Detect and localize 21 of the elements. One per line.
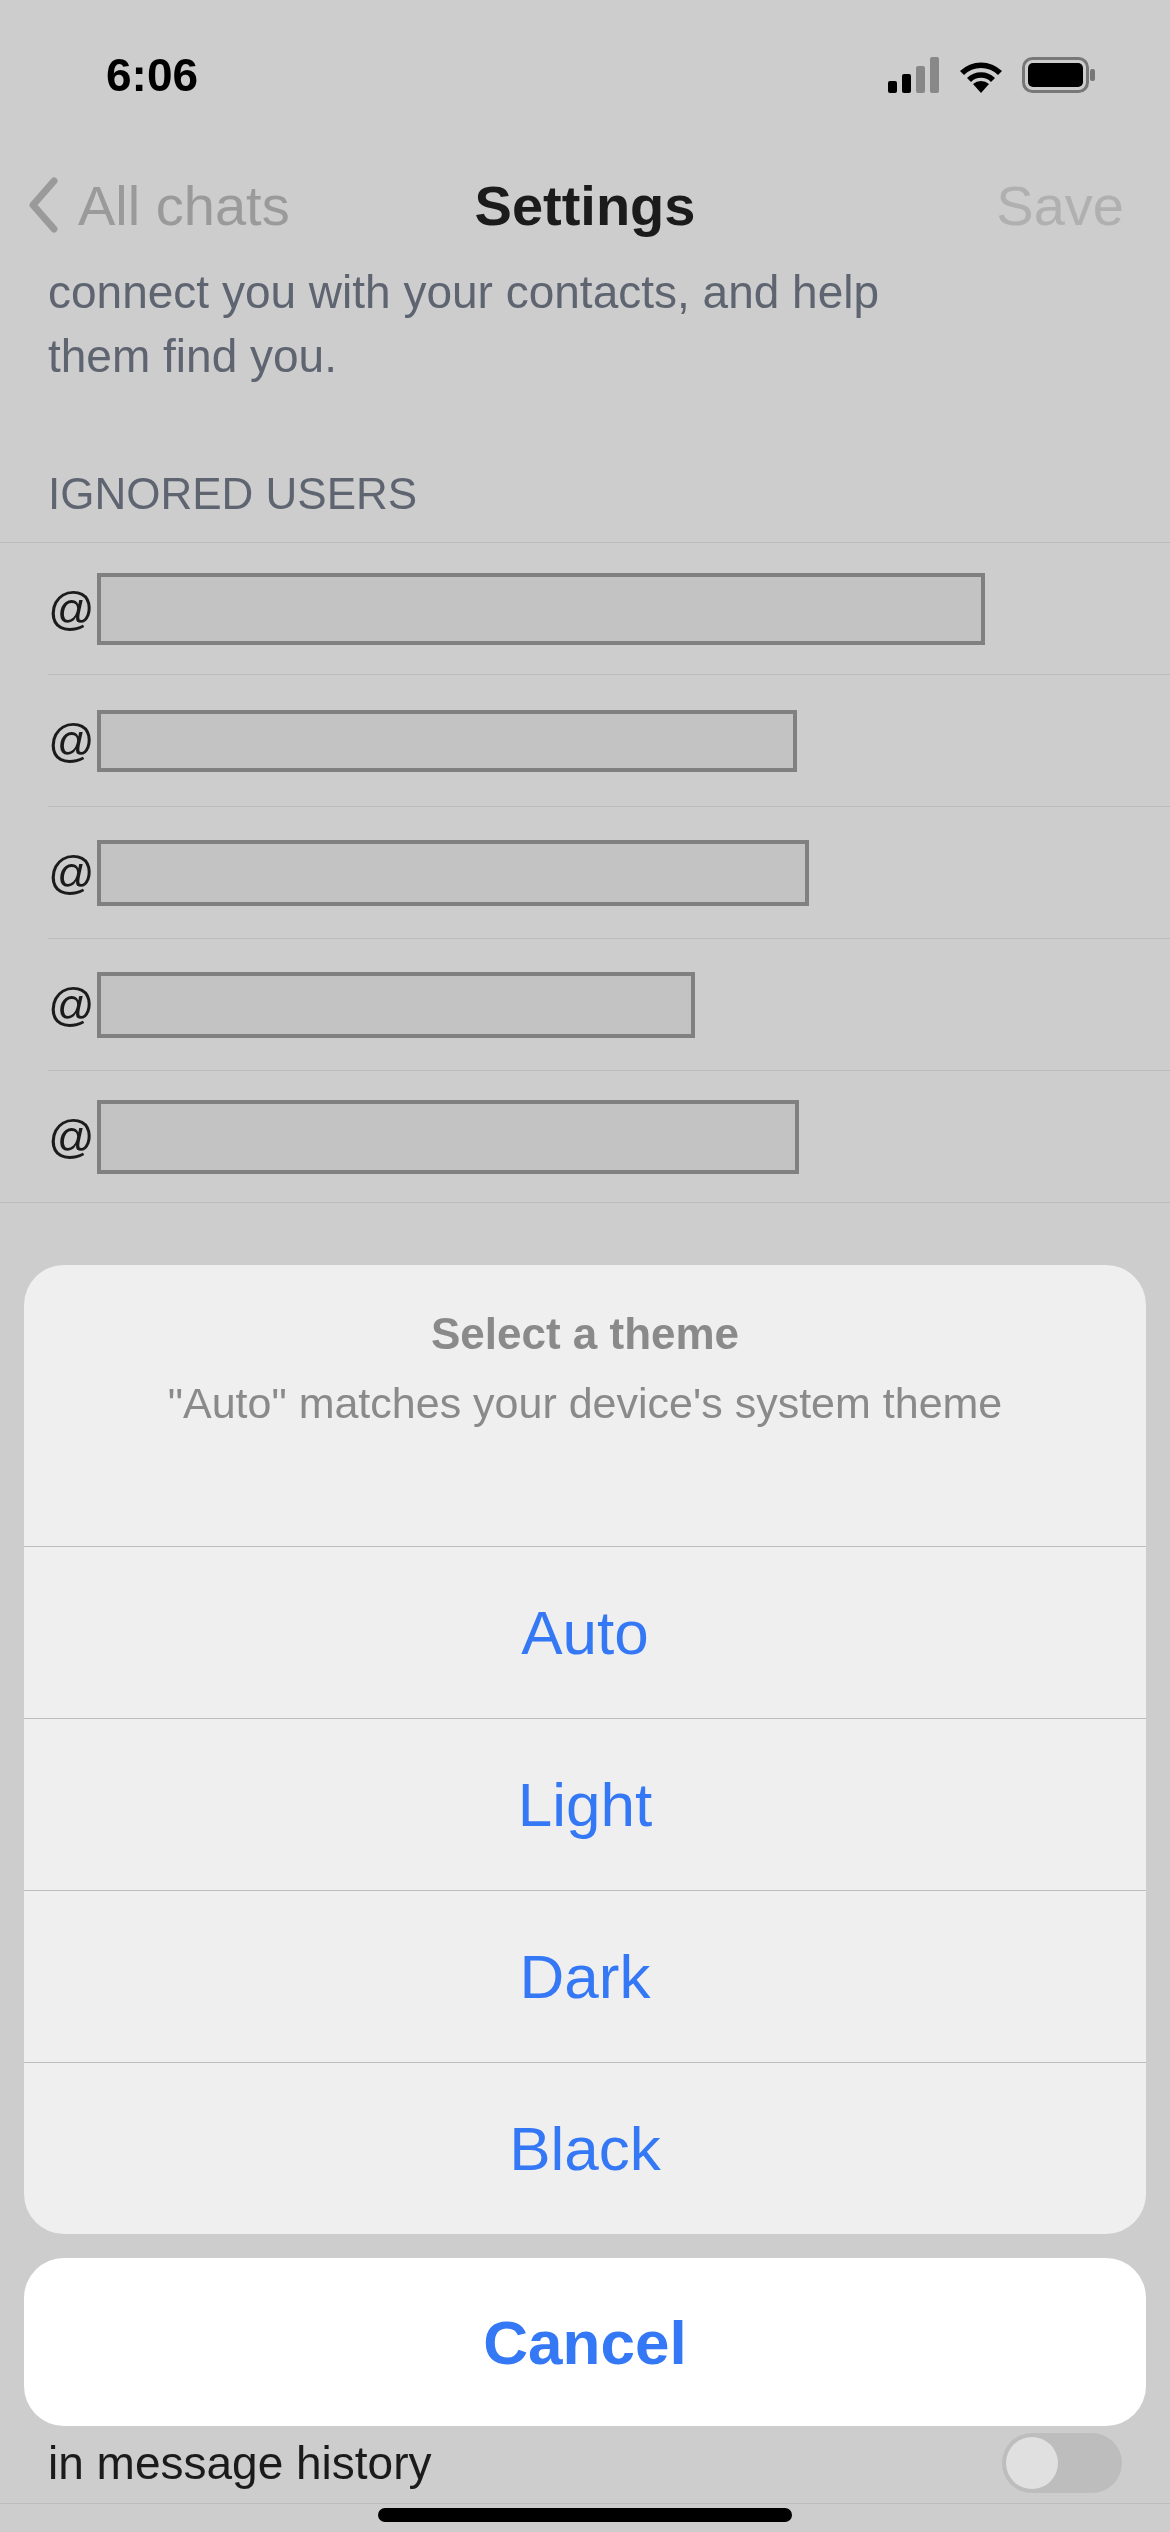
username-prefix: @ [48, 713, 95, 768]
description-text: connect you with your contacts, and help [48, 265, 881, 320]
cancel-button[interactable]: Cancel [24, 2258, 1146, 2426]
section-header: IGNORED USERS [0, 446, 1170, 543]
theme-option[interactable]: Auto [24, 1546, 1146, 1718]
description-text: them find you. [48, 329, 338, 384]
theme-option[interactable]: Light [24, 1718, 1146, 1890]
username-prefix: @ [48, 845, 95, 900]
nav-title: Settings [474, 172, 696, 238]
sheet-message: "Auto" matches your device's system theme [167, 1379, 1003, 1428]
username-prefix: @ [48, 1109, 95, 1164]
theme-option[interactable]: Dark [24, 1890, 1146, 2062]
username-prefix: @ [48, 581, 95, 636]
status-time: 6:06 [106, 48, 199, 102]
battery-icon [1022, 57, 1096, 93]
signal-icon [888, 57, 940, 93]
setting-label: in message history [48, 2436, 432, 2490]
chevron-left-icon [28, 177, 58, 233]
sheet-title: Select a theme [430, 1309, 740, 1359]
theme-option[interactable]: Black [24, 2062, 1146, 2234]
username-prefix: @ [48, 977, 95, 1032]
